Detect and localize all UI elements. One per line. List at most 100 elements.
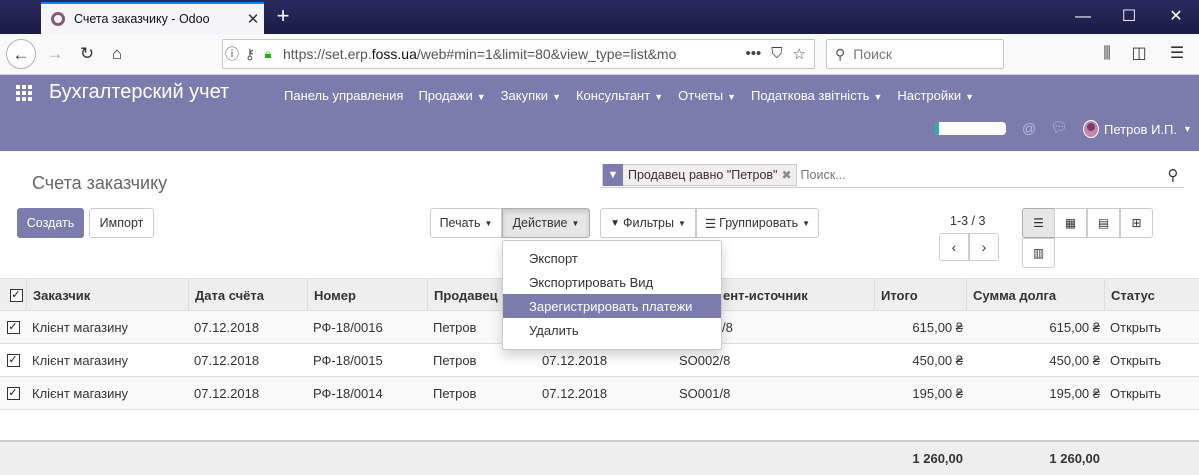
create-button[interactable]: Создать bbox=[17, 208, 84, 238]
action-menu-item[interactable]: Удалить bbox=[503, 318, 721, 342]
sidebar-icon[interactable]: ◫ bbox=[1124, 39, 1154, 69]
pager-previous-icon[interactable]: ‹ bbox=[939, 233, 969, 261]
hamburger-menu-icon[interactable]: ☰ bbox=[1162, 39, 1192, 69]
chat-icon[interactable]: 💬︎ bbox=[1050, 119, 1068, 136]
column-header[interactable]: Номер bbox=[307, 279, 427, 312]
top-menu-item[interactable]: Закупки ▼ bbox=[501, 88, 561, 103]
user-menu[interactable]: Петров И.П. ▼ bbox=[1083, 120, 1192, 138]
column-header[interactable]: Итого bbox=[874, 279, 966, 312]
column-header[interactable]: Сумма долга bbox=[966, 279, 1104, 312]
table-cell-number: РФ-18/0016 bbox=[313, 320, 383, 335]
pager-value[interactable]: 1-3 / 3 bbox=[950, 214, 985, 228]
top-menu-item[interactable]: Отчеты ▼ bbox=[678, 88, 736, 103]
info-icon[interactable]: ⓘ bbox=[223, 44, 241, 64]
bars-icon: ☰ bbox=[704, 216, 717, 231]
pocket-icon[interactable]: ⛉ bbox=[771, 45, 782, 63]
table-cell-salesperson: Петров bbox=[433, 386, 477, 401]
action-menu-item[interactable]: Зарегистрировать платежи bbox=[503, 294, 721, 318]
table-cell-total: 615,00 ₴ bbox=[912, 320, 963, 335]
maximize-icon[interactable]: ☐ bbox=[1106, 0, 1152, 34]
caret-down-icon: ▼ bbox=[727, 92, 736, 102]
table-cell-number: РФ-18/0014 bbox=[313, 386, 383, 401]
library-icon[interactable]: ⫼ bbox=[1092, 39, 1122, 69]
top-menu-item[interactable]: Настройки ▼ bbox=[897, 88, 974, 103]
table-cell-date: 07.12.2018 bbox=[194, 320, 260, 335]
forward-icon[interactable]: → bbox=[40, 39, 70, 69]
search-facet[interactable]: ▼ Продавец равно "Петров" ✖ bbox=[602, 163, 797, 186]
calendar-view-icon[interactable]: ▤ bbox=[1087, 208, 1120, 238]
reload-icon[interactable]: ↻ bbox=[72, 39, 102, 69]
search-icon[interactable]: ⚲ bbox=[1162, 166, 1184, 184]
row-checkbox[interactable]: ✓ bbox=[0, 311, 26, 344]
window-close-icon[interactable]: ✕ bbox=[1153, 0, 1199, 34]
browser-search-input[interactable]: ⚲ Поиск bbox=[826, 39, 1004, 69]
list-view-icon[interactable]: ☰ bbox=[1022, 208, 1055, 238]
column-header[interactable]: Статус bbox=[1104, 279, 1199, 312]
top-menu: Панель управления Продажи ▼ Закупки ▼ Консуль… bbox=[284, 88, 989, 103]
back-icon[interactable]: ← bbox=[6, 39, 36, 69]
browser-navbar: ← → ↻ ⌂ ⓘ ⚷ 🔒︎ https://set.erp.foss.ua/w… bbox=[0, 34, 1199, 75]
key-icon[interactable]: ⚷ bbox=[241, 46, 259, 63]
table-cell-due-amount: 195,00 ₴ bbox=[1049, 386, 1100, 401]
caret-down-icon: ▼ bbox=[873, 92, 883, 102]
row-checkbox[interactable]: ✓ bbox=[0, 377, 26, 410]
top-menu-item[interactable]: Продажи ▼ bbox=[418, 88, 485, 103]
table-cell-source: SO001/8 bbox=[679, 386, 731, 401]
page-actions-icon[interactable]: ••• bbox=[746, 45, 762, 63]
top-menu-item[interactable]: Консультант ▼ bbox=[576, 88, 663, 103]
caret-down-icon: ▼ bbox=[552, 92, 561, 102]
filters-button[interactable]: ▼ Фильтры ▼ bbox=[600, 208, 696, 238]
caret-down-icon: ▼ bbox=[1183, 124, 1192, 134]
mention-icon[interactable]: @ bbox=[1022, 120, 1036, 136]
import-button[interactable]: Импорт bbox=[89, 208, 154, 238]
home-icon[interactable]: ⌂ bbox=[102, 39, 132, 69]
kanban-view-icon[interactable]: ▦ bbox=[1054, 208, 1087, 238]
filter-icon: ▼ bbox=[603, 163, 623, 186]
user-name: Петров И.П. bbox=[1104, 121, 1177, 137]
table-cell-date: 07.12.2018 bbox=[194, 386, 260, 401]
lock-icon: 🔒︎ bbox=[264, 46, 272, 61]
sum-due: 1 260,00 bbox=[1049, 451, 1100, 466]
url-text[interactable]: https://set.erp.foss.ua/web#min=1&limit=… bbox=[283, 46, 746, 62]
minimize-icon[interactable]: — bbox=[1060, 0, 1106, 34]
caret-down-icon: ▼ bbox=[484, 218, 493, 228]
tab-title: Счета заказчику - Odoo bbox=[74, 12, 210, 26]
tab-close-icon[interactable]: ✕ bbox=[242, 10, 264, 28]
top-menu-item[interactable]: Податкова звітність ▼ bbox=[751, 88, 882, 103]
group-by-button[interactable]: ☰ Группировать ▼ bbox=[696, 208, 819, 238]
search-icon: ⚲ bbox=[835, 45, 846, 62]
search-input[interactable]: Поиск... bbox=[801, 168, 1162, 182]
caret-down-icon: ▼ bbox=[476, 92, 486, 102]
pager-next-icon[interactable]: › bbox=[969, 233, 999, 261]
table-cell-customer: Клієнт магазину bbox=[32, 386, 129, 401]
action-menu-item[interactable]: Экспорт bbox=[503, 246, 721, 270]
caret-down-icon: ▼ bbox=[571, 218, 580, 228]
top-menu-item[interactable]: Панель управления bbox=[284, 88, 403, 103]
facet-remove-icon[interactable]: ✖ bbox=[781, 168, 795, 182]
print-button[interactable]: Печать ▼ bbox=[430, 208, 502, 238]
column-header[interactable]: Заказчик bbox=[26, 279, 188, 312]
graph-view-icon[interactable]: ▥ bbox=[1022, 238, 1055, 268]
row-checkbox[interactable]: ✓ bbox=[0, 344, 26, 377]
bookmark-star-icon[interactable]: ☆ bbox=[793, 45, 806, 63]
column-header[interactable]: Дата счёта bbox=[188, 279, 307, 312]
table-cell-number: РФ-18/0015 bbox=[313, 353, 383, 368]
caret-down-icon: ▼ bbox=[965, 92, 975, 102]
action-dropdown-menu: Экспорт Экспортировать Вид Зарегистрироват… bbox=[502, 240, 722, 350]
new-tab-icon[interactable]: + bbox=[270, 4, 296, 30]
action-menu-item[interactable]: Экспортировать Вид bbox=[503, 270, 721, 294]
select-all-checkbox[interactable]: ✓ bbox=[0, 279, 26, 312]
table-row[interactable]: ✓ Клієнт магазину 07.12.2018 РФ-18/0014 Петр… bbox=[0, 377, 1199, 410]
action-button[interactable]: Действие ▼ bbox=[502, 208, 590, 238]
filter-icon: ▼ bbox=[610, 217, 620, 229]
sum-total: 1 260,00 bbox=[912, 451, 963, 466]
table-footer-row: 1 260,00 1 260,00 bbox=[0, 440, 1199, 475]
caret-down-icon: ▼ bbox=[677, 218, 686, 228]
breadcrumb: Счета заказчику bbox=[32, 173, 168, 193]
caret-down-icon: ▼ bbox=[654, 92, 664, 102]
browser-tab[interactable]: Счета заказчику - Odoo ✕ bbox=[41, 2, 264, 34]
apps-grid-icon[interactable] bbox=[16, 85, 32, 101]
pivot-view-icon[interactable]: ⊞ bbox=[1120, 208, 1153, 238]
search-view[interactable]: ▼ Продавец равно "Петров" ✖ Поиск... ⚲ bbox=[600, 162, 1184, 188]
url-bar[interactable]: ⓘ ⚷ 🔒︎ https://set.erp.foss.ua/web#min=1… bbox=[222, 39, 815, 69]
